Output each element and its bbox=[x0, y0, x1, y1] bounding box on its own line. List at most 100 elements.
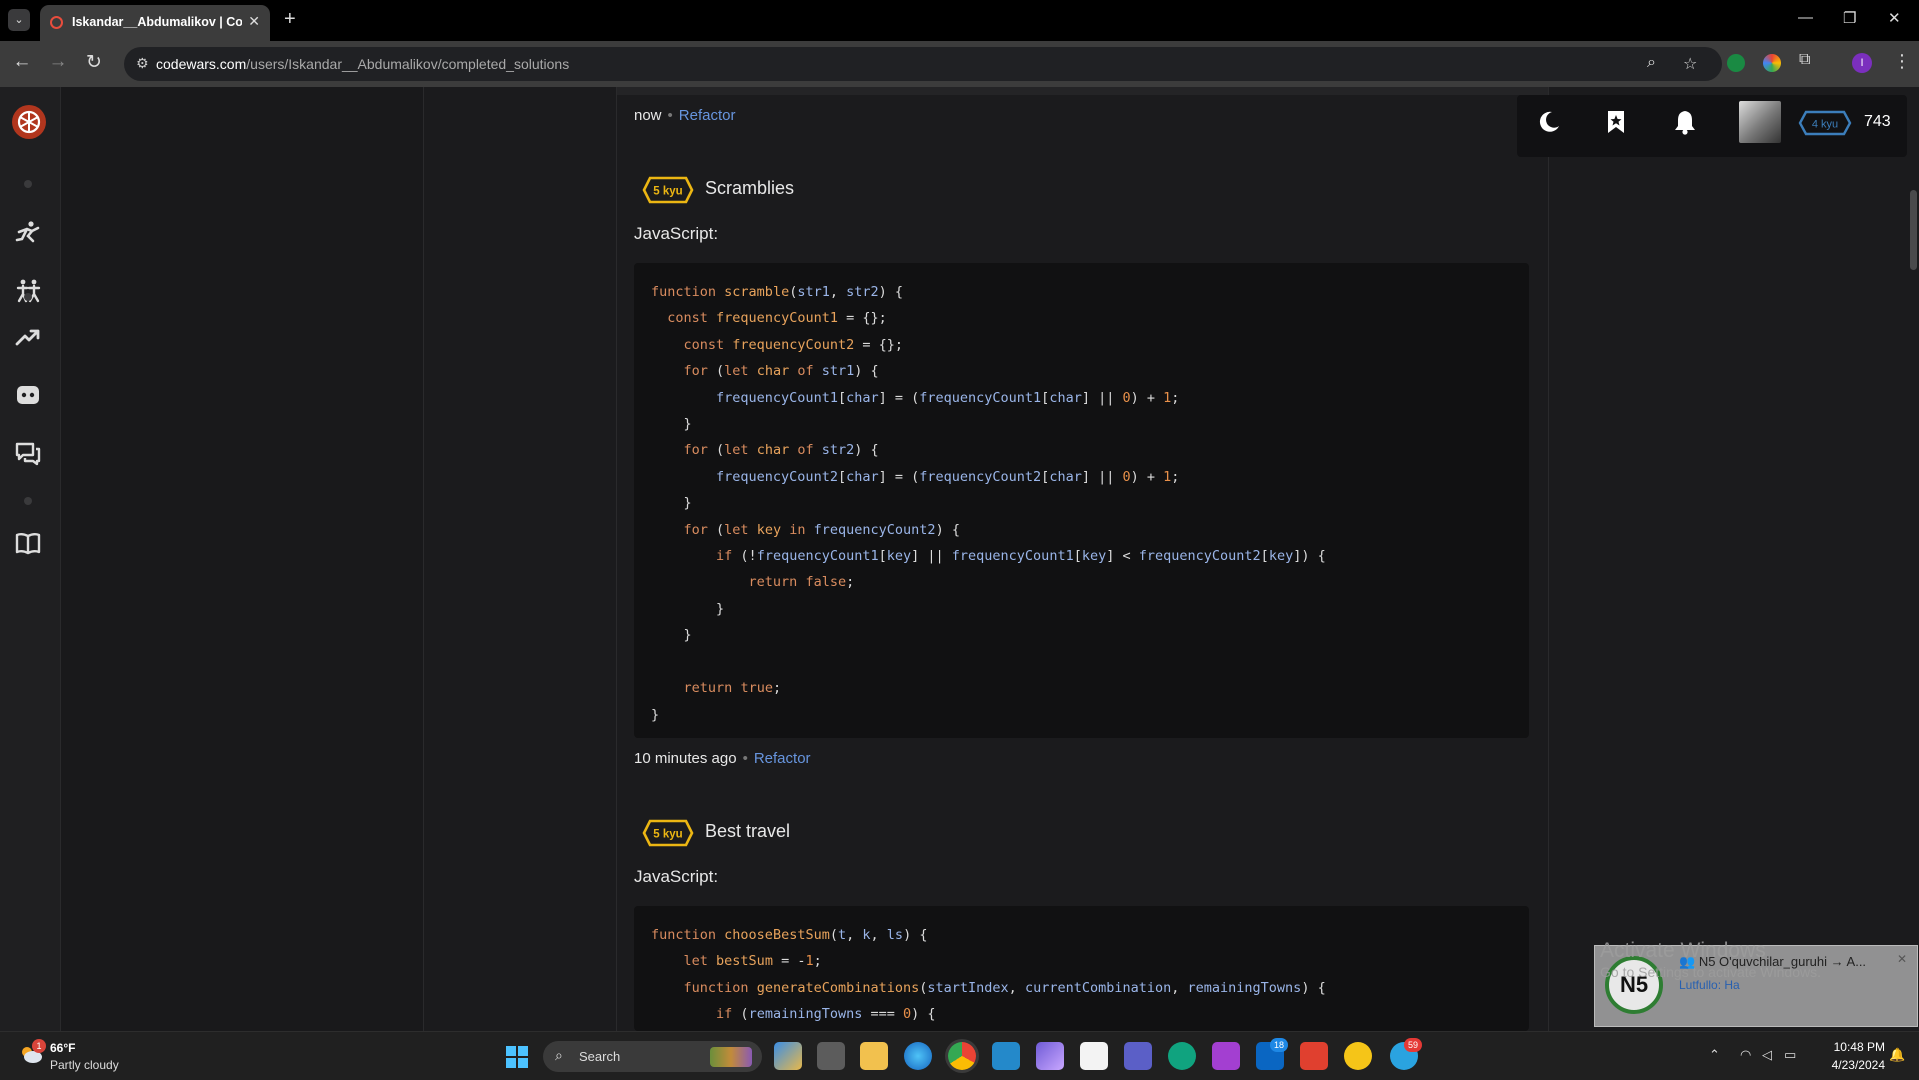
rail-separator-dot bbox=[24, 293, 32, 301]
activate-windows-subtitle: Go to Settings to activate Windows. bbox=[1600, 964, 1821, 980]
search-placeholder: Search bbox=[579, 1049, 621, 1064]
color-extension-icon[interactable] bbox=[1763, 54, 1781, 72]
scrollbar-thumb[interactable] bbox=[1910, 190, 1917, 270]
widgets-app-icon[interactable] bbox=[774, 1042, 802, 1070]
secondary-sidebar bbox=[61, 87, 424, 1031]
close-window-icon[interactable]: ✕ bbox=[1888, 9, 1901, 27]
profile-avatar-icon[interactable]: I bbox=[1852, 53, 1872, 73]
telegram-icon[interactable]: 59 bbox=[1390, 1038, 1422, 1070]
user-avatar[interactable] bbox=[1739, 101, 1781, 143]
kata-title-link[interactable]: Best travel bbox=[705, 821, 790, 842]
linkedin-badge: 18 bbox=[1270, 1038, 1288, 1052]
site-info-icon[interactable]: ⚙ bbox=[136, 55, 149, 72]
practice-kata-icon[interactable] bbox=[14, 219, 42, 247]
left-nav-rail bbox=[0, 87, 61, 1031]
teams-icon[interactable] bbox=[1124, 1042, 1152, 1070]
browser-toolbar: ← → ↻ ⚙ codewars.com/users/Iskandar__Abd… bbox=[0, 41, 1919, 88]
language-label: JavaScript: bbox=[634, 867, 719, 886]
rail-separator-dot bbox=[24, 180, 32, 188]
chrome-browser-icon[interactable] bbox=[948, 1042, 976, 1070]
bookmarks-icon[interactable] bbox=[1603, 109, 1629, 135]
solution-time: 10 minutes ago bbox=[634, 750, 737, 767]
tab-close-icon[interactable]: ✕ bbox=[248, 13, 260, 30]
edge-browser-icon[interactable] bbox=[904, 1042, 932, 1070]
restore-window-icon[interactable]: ❐ bbox=[1843, 9, 1856, 27]
weather-description[interactable]: Partly cloudy bbox=[50, 1058, 119, 1072]
browser-tab-bar: ⌄ Iskandar__Abdumalikov | Codewars ✕ + —… bbox=[0, 0, 1919, 41]
windows-taskbar: 1 66°F Partly cloudy ⌕ Search 18 59 ⌃ ◠ … bbox=[0, 1031, 1919, 1080]
zoom-icon[interactable]: ⌕ bbox=[1647, 54, 1656, 72]
vscode-icon[interactable] bbox=[992, 1042, 1020, 1070]
tab-search-chevron-icon[interactable]: ⌄ bbox=[8, 9, 30, 31]
browser-tab-active[interactable]: Iskandar__Abdumalikov | Codewars ✕ bbox=[40, 5, 270, 41]
kata-title-link[interactable]: Scramblies bbox=[705, 178, 794, 199]
notifications-bell-icon[interactable] bbox=[1672, 109, 1698, 135]
linkedin-icon[interactable]: 18 bbox=[1256, 1038, 1288, 1070]
pixel-app-icon[interactable] bbox=[1212, 1042, 1240, 1070]
language-label: JavaScript: bbox=[634, 224, 719, 243]
docs-book-icon[interactable] bbox=[14, 529, 42, 557]
close-icon[interactable]: ✕ bbox=[1897, 952, 1907, 966]
kyu-rank-badge: 5 kyu bbox=[642, 176, 694, 204]
browser-menu-icon[interactable]: ⋮ bbox=[1893, 51, 1911, 72]
notification-message: Lutfullo: Ha bbox=[1679, 978, 1740, 992]
search-highlight-icon bbox=[710, 1047, 752, 1067]
forward-arrow-icon[interactable]: → bbox=[46, 51, 70, 73]
wps-office-icon[interactable] bbox=[1300, 1042, 1328, 1070]
user-rank-text: 4 kyu bbox=[1812, 119, 1838, 131]
new-tab-plus-icon[interactable]: + bbox=[284, 8, 296, 31]
tab-title: Iskandar__Abdumalikov | Codewars bbox=[72, 15, 242, 29]
minimize-window-icon[interactable]: — bbox=[1798, 9, 1813, 26]
taskbar-search[interactable]: ⌕ Search bbox=[543, 1041, 762, 1072]
search-icon: ⌕ bbox=[555, 1047, 563, 1063]
rail-separator-dot bbox=[24, 497, 32, 505]
chatgpt-icon[interactable] bbox=[1168, 1042, 1196, 1070]
show-hidden-icons-chevron-icon[interactable]: ⌃ bbox=[1709, 1047, 1720, 1063]
feather-app-icon[interactable] bbox=[1036, 1042, 1064, 1070]
discord-chat-icon[interactable] bbox=[14, 381, 42, 409]
file-explorer-icon[interactable] bbox=[860, 1042, 888, 1070]
user-rank-badge[interactable]: 4 kyu bbox=[1798, 110, 1852, 136]
windows-start-icon[interactable] bbox=[506, 1046, 528, 1068]
code-block[interactable]: function chooseBestSum(t, k, ls) { let b… bbox=[634, 906, 1529, 1031]
codewars-favicon-icon bbox=[50, 16, 63, 29]
leaderboard-trend-icon[interactable] bbox=[14, 323, 42, 351]
refactor-link[interactable]: Refactor bbox=[754, 750, 811, 767]
reload-icon[interactable]: ↻ bbox=[82, 51, 106, 74]
code-block[interactable]: function scramble(str1, str2) { const fr… bbox=[634, 263, 1529, 738]
discussions-icon[interactable] bbox=[14, 440, 42, 468]
back-arrow-icon[interactable]: ← bbox=[10, 51, 34, 73]
right-column bbox=[1548, 87, 1909, 1031]
grammarly-extension-icon[interactable] bbox=[1727, 54, 1745, 72]
weather-alert-badge: 1 bbox=[32, 1039, 46, 1053]
dark-mode-moon-icon[interactable] bbox=[1536, 109, 1562, 135]
microsoft-store-icon[interactable] bbox=[1080, 1042, 1108, 1070]
wifi-icon[interactable]: ◠ bbox=[1740, 1047, 1751, 1063]
solution-meta: 10 minutes ago • Refactor bbox=[634, 750, 811, 767]
task-view-icon[interactable] bbox=[817, 1042, 845, 1070]
kyu-rank-text: 5 kyu bbox=[653, 829, 682, 841]
telegram-badge: 59 bbox=[1404, 1038, 1422, 1052]
honor-points: 743 bbox=[1864, 113, 1891, 130]
content-gutter bbox=[424, 87, 617, 1031]
solution-meta: now • Refactor bbox=[634, 107, 736, 124]
solution-code: function scramble(str1, str2) { const fr… bbox=[651, 284, 1326, 723]
volume-icon[interactable]: ◁ bbox=[1762, 1047, 1772, 1063]
notification-center-bell-icon[interactable]: 🔔 bbox=[1889, 1047, 1905, 1063]
kyu-rank-badge: 5 kyu bbox=[642, 819, 694, 847]
taskbar-clock-time[interactable]: 10:48 PM bbox=[1825, 1040, 1885, 1054]
extensions-puzzle-icon[interactable]: ⧉ bbox=[1799, 51, 1810, 69]
warning-app-icon[interactable] bbox=[1344, 1042, 1372, 1070]
weather-temperature[interactable]: 66°F bbox=[50, 1041, 75, 1055]
battery-icon[interactable]: ▭ bbox=[1784, 1047, 1796, 1063]
address-bar[interactable]: ⚙ codewars.com/users/Iskandar__Abdumalik… bbox=[124, 47, 1722, 81]
url-text[interactable]: codewars.com/users/Iskandar__Abdumalikov… bbox=[156, 56, 569, 72]
taskbar-clock-date[interactable]: 4/23/2024 bbox=[1817, 1058, 1885, 1072]
bookmark-star-icon[interactable]: ☆ bbox=[1683, 54, 1697, 74]
kyu-rank-text: 5 kyu bbox=[653, 186, 682, 198]
solution-code: function chooseBestSum(t, k, ls) { let b… bbox=[651, 927, 1326, 1023]
solution-time: now bbox=[634, 107, 662, 124]
activate-windows-watermark: Activate Windows bbox=[1600, 939, 1766, 962]
codewars-logo-icon[interactable] bbox=[11, 104, 47, 140]
refactor-link[interactable]: Refactor bbox=[679, 107, 736, 124]
